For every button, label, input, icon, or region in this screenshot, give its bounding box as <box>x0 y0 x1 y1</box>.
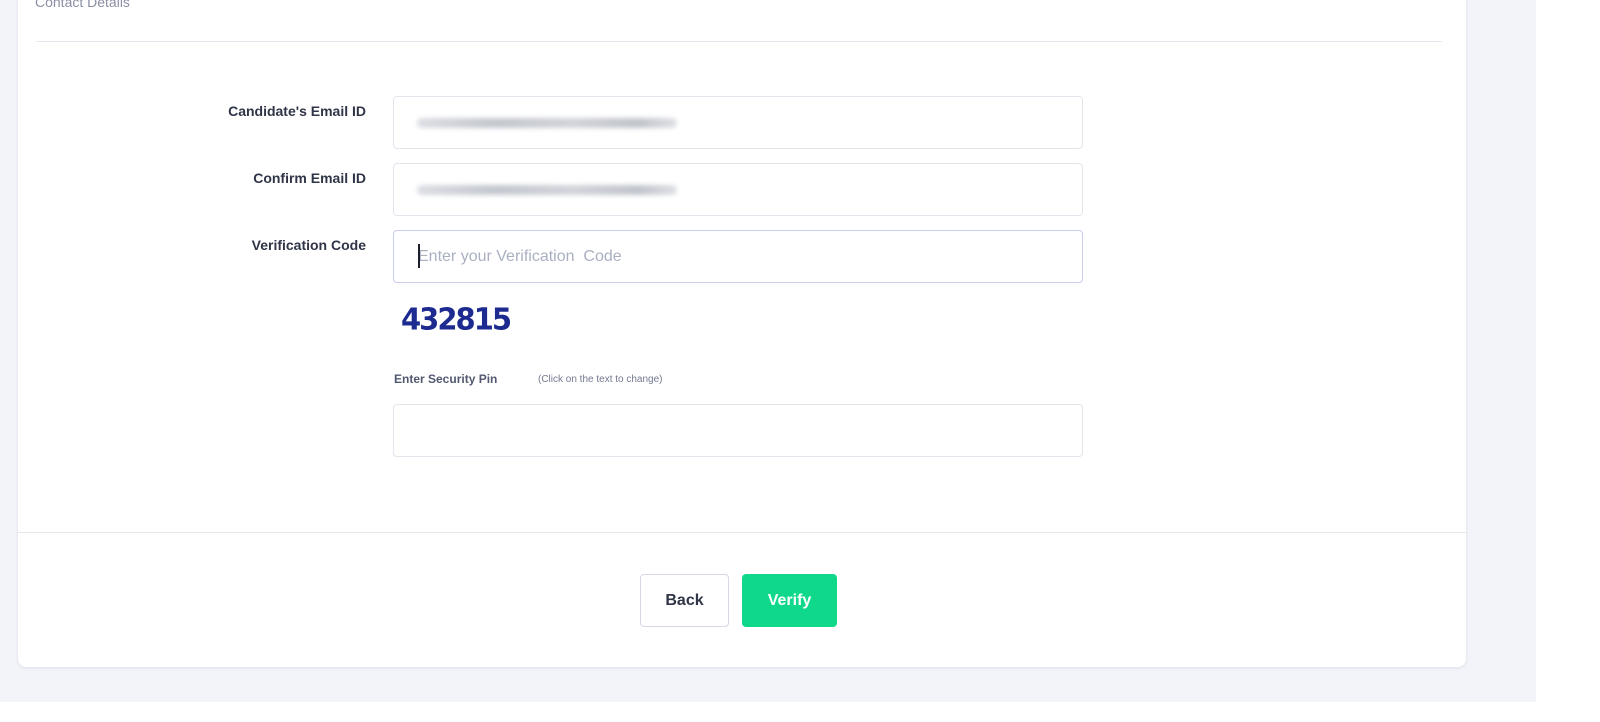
confirm-email-value-redacted <box>417 185 677 195</box>
verification-code-label: Verification Code <box>251 237 366 253</box>
verification-code-input[interactable] <box>393 230 1083 283</box>
back-button[interactable]: Back <box>640 574 729 627</box>
text-caret <box>418 244 420 268</box>
section-divider <box>36 41 1442 42</box>
email-value-redacted <box>417 118 677 128</box>
security-pin-input[interactable] <box>393 404 1083 457</box>
footer-divider <box>18 532 1466 533</box>
section-title: Contact Details <box>35 0 130 10</box>
security-pin-label: Enter Security Pin <box>394 372 498 386</box>
verify-button[interactable]: Verify <box>742 574 837 627</box>
confirm-email-label: Confirm Email ID <box>253 170 366 186</box>
email-label: Candidate's Email ID <box>228 103 366 119</box>
security-pin-hint: (Click on the text to change) <box>538 374 663 385</box>
captcha-image[interactable]: 432815 <box>401 301 512 337</box>
